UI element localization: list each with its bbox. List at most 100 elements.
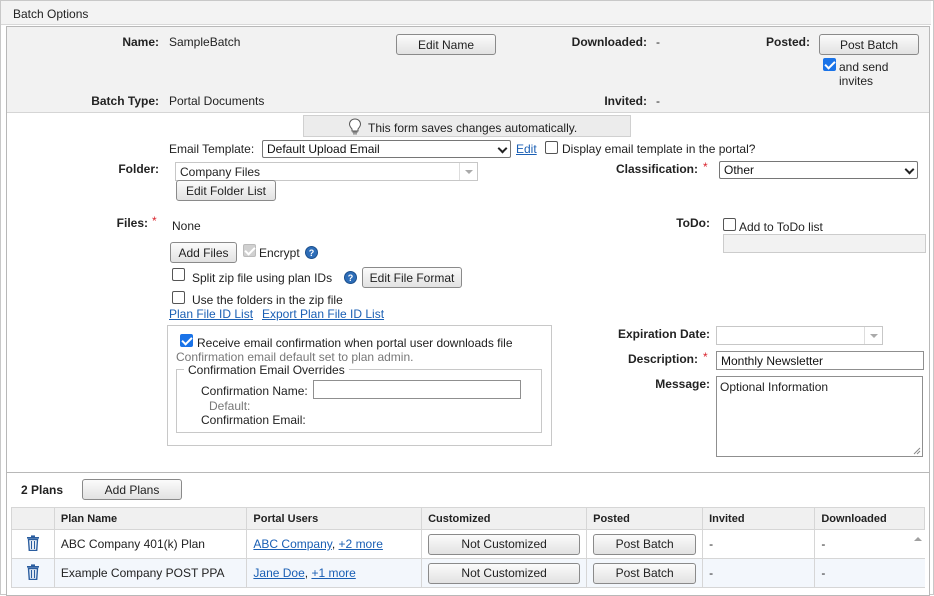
- use-folders-label: Use the folders in the zip file: [192, 293, 343, 307]
- classification-select[interactable]: Other: [719, 161, 918, 179]
- email-template-label: Email Template:: [169, 142, 255, 156]
- classification-value: Other: [724, 163, 755, 177]
- row-post-batch-button[interactable]: Post Batch: [593, 533, 697, 555]
- edit-file-format-button[interactable]: Edit File Format: [362, 267, 462, 288]
- confirmation-email-label: Confirmation Email:: [201, 413, 306, 427]
- edit-folder-list-button[interactable]: Edit Folder List: [176, 180, 276, 201]
- folder-dropdown-icon[interactable]: [459, 163, 477, 180]
- row-actions: [11, 558, 55, 588]
- invited-cell: -: [702, 529, 815, 559]
- name-value: SampleBatch: [169, 35, 241, 49]
- receive-confirmation-checkbox[interactable]: [180, 334, 193, 347]
- folder-label: Folder:: [118, 162, 159, 176]
- encrypt-label: Encrypt: [259, 246, 300, 260]
- confirmation-name-input[interactable]: [313, 380, 521, 399]
- portal-user-link[interactable]: ABC Company: [253, 537, 331, 551]
- files-value: None: [172, 219, 201, 233]
- expiration-date-picker[interactable]: [716, 326, 883, 345]
- display-template-label: Display email template in the portal?: [562, 142, 756, 156]
- section-divider: [7, 472, 929, 473]
- plans-table: Plan Name Portal Users Customized Posted…: [11, 507, 925, 588]
- col-actions: [11, 507, 55, 530]
- more-users-link[interactable]: +2 more: [339, 537, 383, 551]
- split-zip-checkbox[interactable]: [172, 268, 185, 281]
- folder-combobox[interactable]: Company Files: [175, 162, 478, 181]
- add-todo-checkbox[interactable]: [723, 218, 736, 231]
- col-customized[interactable]: Customized: [421, 507, 588, 530]
- downloaded-value: -: [656, 35, 660, 49]
- plans-count: 2 Plans: [21, 483, 64, 497]
- receive-confirmation-label: Receive email confirmation when portal u…: [197, 336, 513, 350]
- customize-button[interactable]: Not Customized: [428, 533, 581, 555]
- message-label: Message:: [655, 377, 710, 391]
- plans-header-row: Plan Name Portal Users Customized Posted…: [11, 507, 925, 530]
- resize-handle-icon[interactable]: [913, 447, 921, 455]
- header-post-batch-button[interactable]: Post Batch: [819, 34, 919, 55]
- row-actions: [11, 529, 55, 559]
- export-plan-file-id-list-link[interactable]: Export Plan File ID List: [262, 307, 384, 321]
- description-label: Description:: [627, 352, 698, 366]
- invited-label: Invited:: [604, 94, 647, 108]
- calendar-dropdown-icon[interactable]: [864, 327, 882, 344]
- add-files-button[interactable]: Add Files: [170, 242, 237, 263]
- todo-label: ToDo:: [676, 216, 710, 230]
- autosave-notice: This form saves changes automatically.: [303, 115, 631, 137]
- portal-user-link[interactable]: Jane Doe: [253, 566, 304, 580]
- customized-cell: Not Customized: [421, 529, 587, 559]
- encrypt-checkbox[interactable]: [243, 244, 256, 257]
- todo-field[interactable]: [723, 234, 926, 253]
- description-required-marker: *: [703, 350, 708, 364]
- use-folders-checkbox[interactable]: [172, 291, 185, 304]
- more-users-link[interactable]: +1 more: [311, 566, 355, 580]
- plan-name-cell: ABC Company 401(k) Plan: [53, 529, 247, 559]
- portal-users-cell: Jane Doe, +1 more: [246, 558, 422, 588]
- split-zip-label: Split zip file using plan IDs: [192, 271, 333, 285]
- customized-cell: Not Customized: [421, 558, 587, 588]
- lightbulb-icon: [348, 118, 362, 135]
- col-invited[interactable]: Invited: [702, 507, 816, 530]
- encrypt-help-icon[interactable]: ?: [305, 246, 318, 259]
- plan-name-cell: Example Company POST PPA: [53, 558, 247, 588]
- send-invites-checkbox[interactable]: [823, 58, 836, 71]
- col-plan-name[interactable]: Plan Name: [53, 507, 248, 530]
- display-template-checkbox[interactable]: [545, 141, 558, 154]
- folder-value: Company Files: [180, 165, 261, 179]
- edit-name-button[interactable]: Edit Name: [396, 34, 496, 55]
- customize-button[interactable]: Not Customized: [428, 562, 581, 584]
- col-portal-users[interactable]: Portal Users: [246, 507, 423, 530]
- table-row: ABC Company 401(k) Plan ABC Company, +2 …: [11, 529, 925, 559]
- trash-icon[interactable]: [26, 563, 40, 580]
- chevron-down-icon: [904, 164, 915, 175]
- table-row: Example Company POST PPA Jane Doe, +1 mo…: [11, 558, 925, 588]
- split-zip-help-icon[interactable]: ?: [344, 271, 357, 284]
- add-plans-button[interactable]: Add Plans: [82, 479, 182, 500]
- row-post-batch-button[interactable]: Post Batch: [593, 562, 697, 584]
- panel-title: Batch Options: [13, 7, 89, 21]
- confirmation-default-label: Default:: [209, 399, 251, 413]
- scroll-up-icon[interactable]: [913, 535, 923, 543]
- col-posted[interactable]: Posted: [586, 507, 704, 530]
- col-downloaded[interactable]: Downloaded: [814, 507, 925, 530]
- downloaded-label: Downloaded:: [571, 35, 647, 49]
- message-value: Optional Information: [720, 380, 829, 394]
- send-invites-label: and send invites: [839, 60, 889, 88]
- confirmation-overrides-legend: Confirmation Email Overrides: [184, 363, 349, 377]
- invited-cell: -: [702, 558, 815, 588]
- classification-label: Classification:: [615, 162, 698, 176]
- trash-icon[interactable]: [26, 534, 40, 551]
- downloaded-cell: -: [814, 529, 925, 559]
- email-template-value: Default Upload Email: [267, 142, 380, 156]
- edit-email-template-link[interactable]: Edit: [516, 142, 537, 156]
- files-label: Files:: [116, 216, 148, 230]
- autosave-text: This form saves changes automatically.: [368, 121, 578, 135]
- message-textarea[interactable]: Optional Information: [716, 376, 923, 457]
- email-template-select[interactable]: Default Upload Email: [262, 140, 511, 158]
- name-label: Name:: [122, 35, 159, 49]
- invited-value: -: [656, 94, 660, 108]
- confirmation-default-note: Confirmation email default set to plan a…: [176, 350, 414, 364]
- panel-titlebar: Batch Options: [1, 1, 931, 25]
- classification-required-marker: *: [703, 160, 708, 174]
- posted-cell: Post Batch: [586, 529, 703, 559]
- description-input[interactable]: Monthly Newsletter: [716, 351, 924, 370]
- plan-file-id-list-link[interactable]: Plan File ID List: [169, 307, 253, 321]
